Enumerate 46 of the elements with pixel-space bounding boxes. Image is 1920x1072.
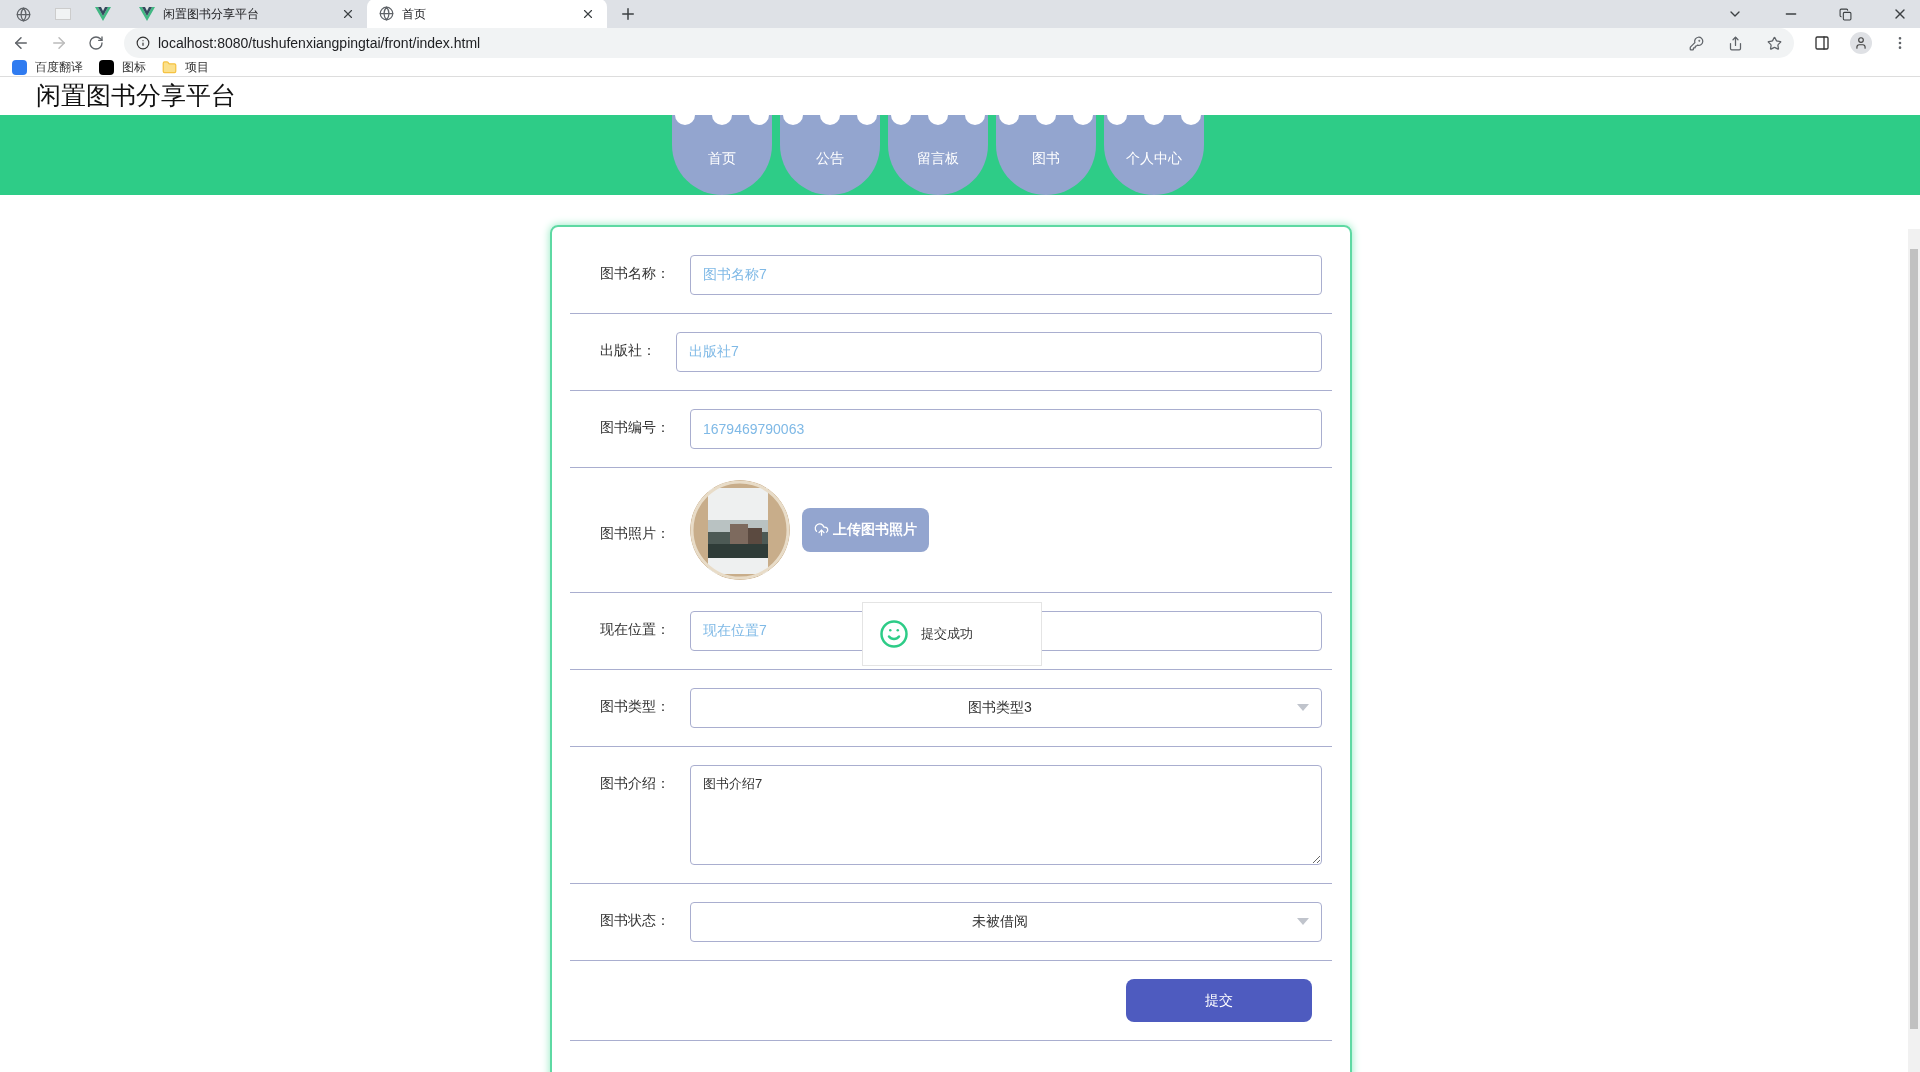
new-tab-icon[interactable] (619, 5, 637, 23)
site-title: 闲置图书分享平台 (36, 80, 236, 111)
browser-tab[interactable]: 闲置图书分享平台 (127, 0, 367, 29)
cloud-upload-icon (814, 522, 829, 537)
field-label: 图书状态： (600, 910, 670, 930)
folder-icon (162, 59, 177, 75)
scrollbar[interactable] (1908, 229, 1920, 1072)
field-label: 图书照片： (600, 524, 670, 543)
bookmark-item[interactable]: 图标 (99, 58, 146, 76)
smiley-icon (879, 619, 909, 649)
select-value: 未被借阅 (971, 912, 1029, 931)
bookmark-item[interactable]: 百度翻译 (12, 58, 83, 76)
field-label: 图书名称： (600, 263, 670, 283)
field-label: 图书类型： (600, 696, 670, 716)
dropdown-caret-icon (1297, 918, 1309, 925)
globe-icon[interactable] (16, 6, 31, 22)
select-field[interactable]: 图书类型3 (690, 687, 1322, 728)
vue-logo-icon (139, 6, 155, 21)
key-icon[interactable] (1689, 35, 1704, 51)
browser-tab[interactable]: 首页 (367, 0, 607, 29)
select-value: 图书类型3 (967, 698, 1033, 717)
url-text: localhost:8080/tushufenxiangpingtai/front/index.html (158, 33, 482, 53)
field-label: 出版社： (600, 340, 656, 360)
bookmark-star-icon[interactable] (1767, 35, 1782, 51)
field-label: 图书编号： (600, 417, 670, 437)
bookmark-item[interactable]: 项目 (162, 58, 209, 76)
submit-button[interactable]: 提交 (1126, 978, 1312, 1022)
share-icon[interactable] (1728, 35, 1743, 51)
globe-icon (379, 6, 394, 21)
address-bar[interactable]: localhost:8080/tushufenxiangpingtai/front/index.html (124, 28, 1794, 58)
reload-icon[interactable] (88, 35, 104, 51)
vue-logo-icon[interactable] (95, 7, 111, 21)
description-field[interactable]: 图书介绍7 (690, 764, 1322, 865)
back-icon[interactable] (12, 34, 30, 52)
tab-thumbnail-icon[interactable] (55, 8, 71, 20)
select-field[interactable]: 未被借阅 (690, 901, 1322, 942)
toast-message: 提交成功 (921, 625, 973, 644)
side-panel-icon[interactable] (1814, 35, 1830, 51)
dropdown-caret-icon (1297, 704, 1309, 711)
tab-title: 首页 (402, 5, 427, 23)
field-label: 图书介绍： (600, 773, 670, 793)
info-icon (136, 36, 150, 50)
field-label: 现在位置： (600, 619, 670, 639)
restore-icon[interactable] (1839, 7, 1852, 21)
profile-avatar[interactable] (1850, 32, 1872, 54)
tab-title: 闲置图书分享平台 (163, 5, 260, 23)
